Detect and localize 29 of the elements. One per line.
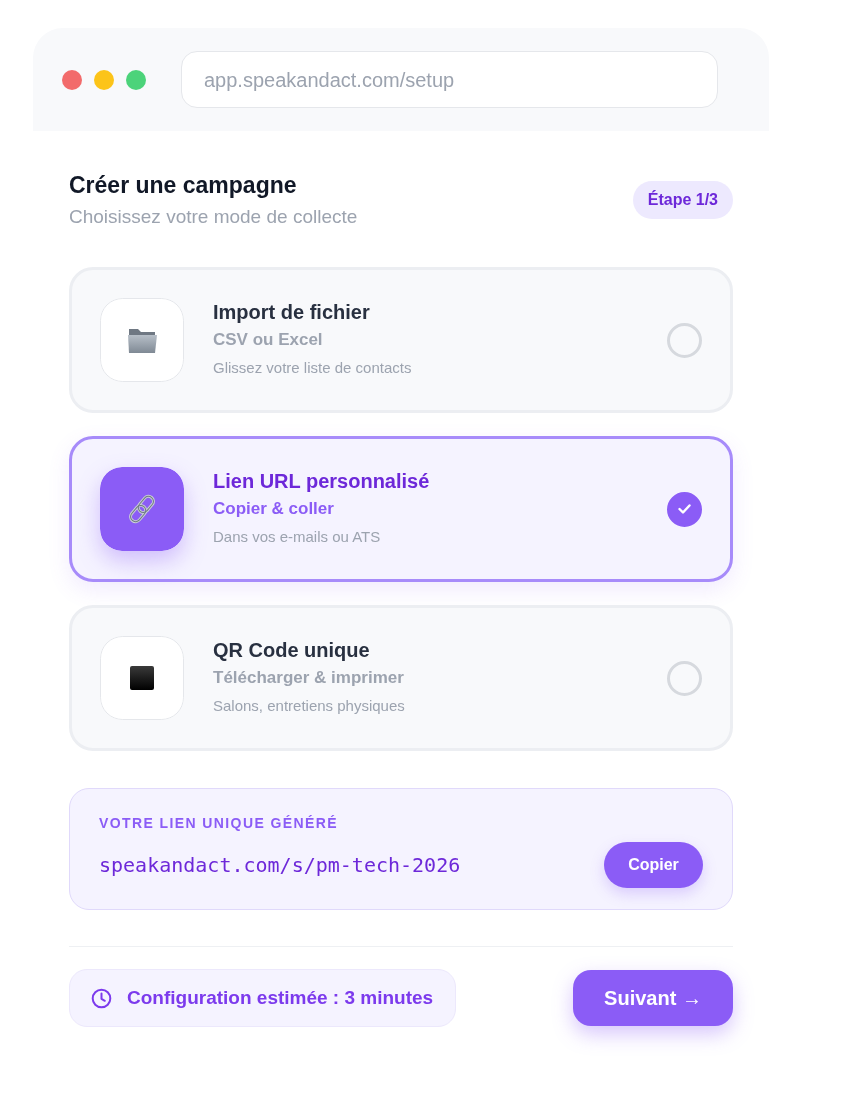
option-card[interactable]: Lien URL personnalisé Copier & coller Dans vos e-mails ou ATS [69,436,733,582]
option-title: Import de fichier [213,300,371,325]
chain-link-icon [100,467,184,551]
option-title: Lien URL personnalisé [213,469,431,494]
option-subtitle: CSV ou Excel [213,329,324,351]
page-subtitle: Choisissez votre mode de collecte [69,205,358,229]
folder-icon [100,298,184,382]
generated-link-text: speakandact.com/s/pm-tech-2026 [99,852,461,879]
copy-button[interactable]: Copier [604,842,703,888]
option-description: Dans vos e-mails ou ATS [213,527,382,547]
window-control-icon [94,69,114,90]
option-description: Salons, entretiens physiques [213,696,406,716]
panel-label: VOTRE LIEN UNIQUE GÉNÉRÉ [99,814,339,832]
square-icon [100,636,184,720]
option-subtitle: Copier & coller [213,498,335,520]
option-subtitle: Télécharger & imprimer [213,667,405,689]
window-control-icon [126,69,146,90]
page-title: Créer une campagne [69,171,298,199]
option-description: Glissez votre liste de contacts [213,358,413,378]
radio-button[interactable] [667,491,702,527]
option-card[interactable]: QR Code unique Télécharger & imprimer Salons, entretiens physiques [69,605,733,751]
window-control-icon [62,69,82,90]
option-title: QR Code unique [213,638,371,663]
option-card[interactable]: Import de fichier CSV ou Excel Glissez votre liste de contacts [69,267,733,413]
check-icon [678,504,691,514]
next-button[interactable]: Suivant → [573,970,733,1026]
step-badge: Étape 1/3 [632,181,733,219]
time-estimate-text: Configuration estimée : 3 minutes [127,985,434,1010]
clock-icon [91,987,112,1009]
